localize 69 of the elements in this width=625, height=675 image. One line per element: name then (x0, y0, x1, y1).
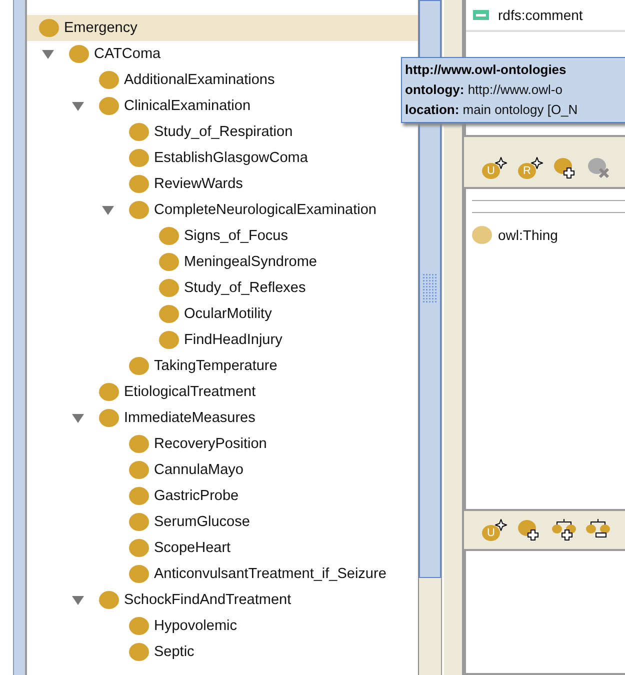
class-dot-icon (99, 97, 119, 115)
tooltip-text: http://www.owl-ontologies (405, 61, 568, 79)
class-dot-icon (129, 565, 149, 583)
class-dot-icon (39, 19, 59, 37)
class-dot-icon (129, 175, 149, 193)
class-dot-icon (99, 591, 119, 609)
tree-item[interactable]: EstablishGlasgowComa (27, 145, 308, 171)
tree-item[interactable]: MeningealSyndrome (27, 249, 317, 275)
class-dot-icon (129, 513, 149, 531)
class-dot-icon (129, 617, 149, 635)
class-dot-icon (129, 149, 149, 167)
dot-cross-icon (588, 157, 612, 179)
class-dot-icon (69, 45, 89, 63)
annotation-icon (472, 9, 490, 21)
collapse-triangle-icon (71, 100, 85, 112)
sparkle-icon (495, 157, 507, 169)
class-dot-icon (129, 435, 149, 453)
tree-item[interactable]: Hypovolemic (27, 613, 237, 639)
tree-item[interactable]: Emergency (27, 15, 418, 41)
tree-item[interactable]: Septic (27, 639, 194, 665)
class-dot-icon (99, 383, 119, 401)
tree-item[interactable]: ReviewWards (27, 171, 243, 197)
class-dot-icon (472, 226, 492, 244)
tree-item[interactable]: RecoveryPosition (27, 431, 267, 457)
collapse-triangle-icon (71, 412, 85, 424)
class-dot-icon (99, 71, 119, 89)
annotation-item[interactable]: rdfs:comment (466, 0, 625, 32)
tree-item[interactable]: Study_of_Respiration (27, 119, 293, 145)
add-sibling-button[interactable] (552, 519, 576, 541)
class-dot-icon (129, 461, 149, 479)
class-dot-icon (159, 305, 179, 323)
sparkle-icon (495, 519, 507, 531)
tree-item[interactable]: AnticonvulsantTreatment_if_Seizure (27, 561, 386, 587)
class-dot-icon (129, 539, 149, 557)
tooltip-text: location: main ontology [O_N (405, 101, 579, 119)
tree-item[interactable]: CATComa (27, 41, 161, 67)
tree-item[interactable]: AdditionalExaminations (27, 67, 275, 93)
tree-item[interactable]: SerumGlucose (27, 509, 250, 535)
tree-item[interactable]: Study_of_Reflexes (27, 275, 306, 301)
tree-item[interactable]: TakingTemperature (27, 353, 278, 379)
collapse-triangle-icon (71, 594, 85, 606)
siblings-plus-icon (552, 519, 576, 541)
class-dot-icon (159, 331, 179, 349)
tree-item[interactable]: ImmediateMeasures (27, 405, 256, 431)
tree-item[interactable]: ScopeHeart (27, 535, 231, 561)
tooltip-text: ontology: http://www.owl-o (405, 81, 564, 99)
class-dot-icon (129, 357, 149, 375)
class-dot-icon (99, 409, 119, 427)
tree-item[interactable]: SchockFindAndTreatment (27, 587, 292, 613)
tree-item[interactable]: ClinicalExamination (27, 93, 251, 119)
collapse-triangle-icon (41, 48, 55, 60)
sparkle-icon (531, 157, 543, 169)
class-dot-icon (159, 253, 179, 271)
tree-item[interactable]: OcularMotility (27, 301, 272, 327)
class-dot-icon (129, 123, 149, 141)
superclass-item[interactable]: owl:Thing (472, 223, 625, 247)
tree-item[interactable]: GastricProbe (27, 483, 239, 509)
class-dot-icon (159, 227, 179, 245)
class-dot-icon (129, 487, 149, 505)
tree-item[interactable]: CannulaMayo (27, 457, 244, 483)
class-dot-icon (129, 643, 149, 661)
grip-icon (423, 274, 437, 304)
collapse-triangle-icon (101, 204, 115, 216)
class-dot-icon (129, 201, 149, 219)
tree-item[interactable]: EtiologicalTreatment (27, 379, 256, 405)
tree-item[interactable]: CompleteNeurologicalExamination (27, 197, 376, 223)
tree-item[interactable]: FindHeadInjury (27, 327, 282, 353)
class-dot-icon (159, 279, 179, 297)
tree-item[interactable]: Signs_of_Focus (27, 223, 288, 249)
